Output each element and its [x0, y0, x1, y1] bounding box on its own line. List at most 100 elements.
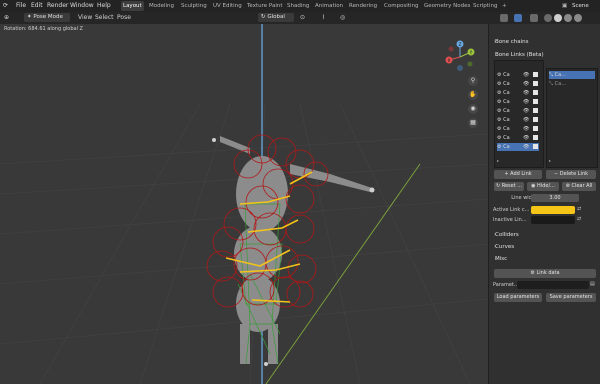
- eye-icon[interactable]: 👁: [523, 134, 529, 142]
- rendered-shading-icon[interactable]: [574, 14, 582, 22]
- menu-help[interactable]: Help: [97, 2, 111, 9]
- tab-layout[interactable]: Layout: [121, 1, 144, 11]
- workspace-add-icon[interactable]: +: [500, 1, 509, 11]
- chevron-right-icon[interactable]: ›: [494, 232, 496, 238]
- load-parameters-button[interactable]: Load parameters: [494, 293, 542, 302]
- list-item-selected[interactable]: ⤡ Ca...: [549, 71, 595, 79]
- section-colliders[interactable]: Colliders: [495, 232, 519, 238]
- eye-icon[interactable]: 👁: [523, 116, 529, 124]
- copy-color-icon[interactable]: ⇄: [577, 216, 581, 222]
- xray-icon[interactable]: [530, 14, 538, 22]
- tab-uv-editing[interactable]: UV Editing: [211, 1, 244, 11]
- folder-icon[interactable]: ▤: [590, 281, 595, 287]
- inactive-link-color-label: Inactive Lin...: [493, 217, 527, 223]
- section-curves[interactable]: Curves: [495, 244, 514, 250]
- checkbox[interactable]: [533, 81, 538, 86]
- editor-type-icon[interactable]: ⊕: [4, 14, 9, 21]
- inactive-link-color-swatch[interactable]: [531, 216, 575, 224]
- tab-animation[interactable]: Animation: [313, 1, 345, 11]
- tab-shading[interactable]: Shading: [285, 1, 311, 11]
- list-item[interactable]: ⚙ Ca 👁: [497, 98, 539, 106]
- bone-link-list-right[interactable]: ⤡ Ca... ⤡ Ca... ▸: [546, 68, 598, 168]
- tab-scripting[interactable]: Scripting: [471, 1, 499, 11]
- menu-pose[interactable]: Pose: [117, 14, 131, 21]
- orientation-dropdown[interactable]: ↻ Global: [258, 13, 294, 22]
- zoom-icon[interactable]: ⚲: [468, 76, 478, 86]
- line-width-field[interactable]: 3.00: [531, 194, 579, 202]
- list-item[interactable]: ⚙ Ca 👁: [497, 80, 539, 88]
- checkbox[interactable]: [533, 72, 538, 77]
- link-data-button[interactable]: ⚙ Link data: [494, 269, 596, 278]
- reset-button[interactable]: ↻ Reset ...: [494, 182, 524, 191]
- menu-view[interactable]: View: [78, 14, 92, 21]
- eye-icon[interactable]: 👁: [523, 89, 529, 97]
- list-item[interactable]: ⚙ Ca 👁: [497, 89, 539, 97]
- checkbox[interactable]: [533, 126, 538, 131]
- list-item[interactable]: ⚙ Ca 👁: [497, 71, 539, 79]
- camera-view-icon[interactable]: ◉: [468, 104, 478, 114]
- list-item[interactable]: ⚙ Ca 👁: [497, 116, 539, 124]
- wireframe-shading-icon[interactable]: [544, 14, 552, 22]
- mode-dropdown[interactable]: ✦ Pose Mode: [24, 13, 70, 22]
- pan-hand-icon[interactable]: ✋: [468, 90, 478, 100]
- delete-link-button[interactable]: − Delete Link: [546, 170, 596, 179]
- bone-link-list-left[interactable]: ⚙ Ca 👁 ⚙ Ca 👁 ⚙ Ca 👁 ⚙ Ca 👁 ⚙ Ca 👁 ⚙ Ca 👁 ⚙ Ca…: [494, 60, 544, 168]
- menu-select[interactable]: Select: [95, 14, 114, 21]
- save-parameters-button[interactable]: Save parameters: [546, 293, 596, 302]
- snap-icon[interactable]: ⌇: [322, 14, 325, 21]
- tab-modeling[interactable]: Modeling: [147, 1, 176, 11]
- menu-window[interactable]: Window: [70, 2, 94, 9]
- list-item[interactable]: ⤡ Ca...: [549, 80, 595, 88]
- checkbox[interactable]: [533, 108, 538, 113]
- navigation-gizmo[interactable]: Z Y X: [443, 40, 477, 74]
- list-expand-icon[interactable]: ▸: [549, 158, 551, 163]
- checkbox[interactable]: [533, 144, 538, 149]
- eye-icon[interactable]: 👁: [523, 107, 529, 115]
- chevron-right-icon[interactable]: ›: [494, 244, 496, 250]
- show-gizmo-icon[interactable]: [500, 14, 508, 22]
- chevron-down-icon[interactable]: ⌄: [494, 52, 498, 58]
- checkbox[interactable]: [533, 135, 538, 140]
- checkbox[interactable]: [533, 117, 538, 122]
- chevron-down-icon[interactable]: ⌄: [494, 256, 498, 262]
- tab-compositing[interactable]: Compositing: [382, 1, 420, 11]
- section-bone-links[interactable]: Bone Links (Beta): [495, 52, 544, 58]
- grid-view-icon[interactable]: ▦: [468, 118, 478, 128]
- eye-icon[interactable]: 👁: [523, 80, 529, 88]
- proportional-edit-icon[interactable]: ◎: [340, 14, 345, 21]
- hide-button[interactable]: ◉ Hide/...: [527, 182, 559, 191]
- chevron-right-icon[interactable]: ›: [494, 39, 496, 45]
- eye-icon[interactable]: 👁: [523, 143, 529, 151]
- eye-icon[interactable]: 👁: [523, 125, 529, 133]
- 3d-viewport[interactable]: Z Y X ⚲ ✋ ◉ ▦: [0, 24, 488, 384]
- parameters-path-field[interactable]: [517, 281, 589, 289]
- tab-geometry-nodes[interactable]: Geometry Nodes: [422, 1, 472, 11]
- scene-icon[interactable]: ▣: [560, 1, 569, 11]
- checkbox[interactable]: [533, 99, 538, 104]
- pivot-icon[interactable]: ⊙: [300, 14, 305, 21]
- section-bone-chains[interactable]: Bone chains: [495, 39, 529, 45]
- list-item[interactable]: ⚙ Ca 👁: [497, 134, 539, 142]
- tab-rendering[interactable]: Rendering: [347, 1, 379, 11]
- copy-color-icon[interactable]: ⇄: [577, 206, 581, 212]
- list-item[interactable]: ⚙ Ca 👁: [497, 125, 539, 133]
- checkbox[interactable]: [533, 90, 538, 95]
- active-link-color-swatch[interactable]: [531, 206, 575, 214]
- eye-icon[interactable]: 👁: [523, 71, 529, 79]
- blender-logo-icon[interactable]: ⟳: [3, 2, 8, 9]
- menu-edit[interactable]: Edit: [31, 2, 43, 9]
- eye-icon[interactable]: 👁: [523, 98, 529, 106]
- material-shading-icon[interactable]: [564, 14, 572, 22]
- clear-all-button[interactable]: ⊗ Clear All: [562, 182, 596, 191]
- tab-texture-paint[interactable]: Texture Paint: [245, 1, 285, 11]
- scene-name[interactable]: Scene: [570, 1, 591, 11]
- list-item[interactable]: ⚙ Ca 👁: [497, 107, 539, 115]
- menu-file[interactable]: File: [16, 2, 26, 9]
- solid-shading-icon[interactable]: [554, 14, 562, 22]
- tab-sculpting[interactable]: Sculpting: [179, 1, 209, 11]
- list-item-selected[interactable]: ⚙ Ca 👁: [497, 143, 539, 151]
- add-link-button[interactable]: + Add Link: [494, 170, 542, 179]
- menu-render[interactable]: Render: [47, 2, 68, 9]
- overlays-icon[interactable]: [514, 14, 522, 22]
- list-expand-icon[interactable]: ▸: [497, 158, 499, 163]
